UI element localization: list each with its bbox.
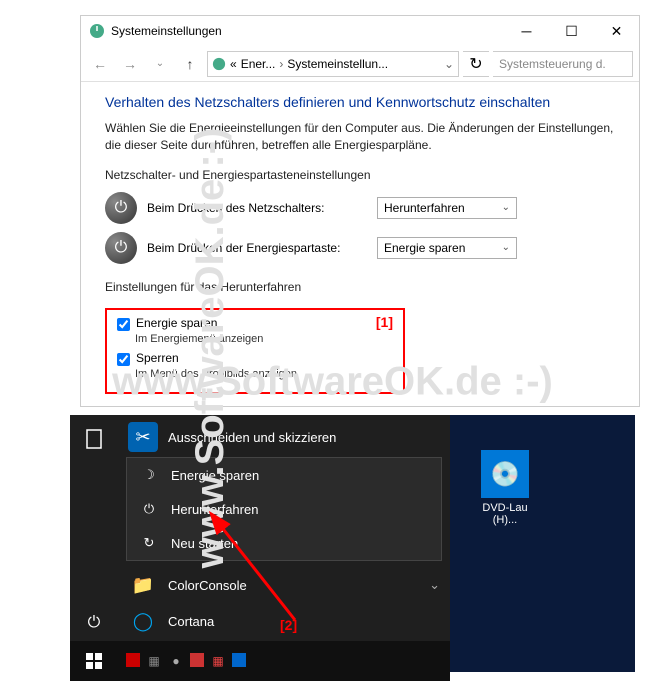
power-options-icon [89, 23, 105, 39]
navbar: ← → ⌄ ↑ « Ener... › Systemeinstellun... … [81, 46, 639, 82]
search-input[interactable]: Systemsteuerung d. [493, 51, 633, 77]
windows-icon [86, 653, 102, 669]
sleep-button-setting-row: ⏻ Beim Drücken der Energiespartaste: Ene… [105, 232, 615, 264]
rail-power-button[interactable]: ⏻ [70, 603, 118, 643]
start-rail: ⏻ [70, 415, 118, 643]
power-button-dropdown[interactable]: Herunterfahren ⌄ [377, 197, 517, 219]
minimize-button[interactable]: ─ [504, 16, 549, 46]
restart-icon: ↻ [141, 535, 157, 551]
chevron-down-icon: ⌄ [502, 242, 510, 253]
power-button-label: Beim Drücken des Netzschalters: [147, 201, 367, 215]
app-label: Cortana [168, 614, 214, 629]
start-main: ✂ Ausschneiden und skizzieren ☽ Energie … [118, 415, 450, 643]
sleep-button-dropdown[interactable]: Energie sparen ⌄ [377, 237, 517, 259]
app-label: ColorConsole [168, 578, 247, 593]
dvd-drive-icon: 💿 [481, 450, 529, 498]
maximize-button[interactable]: ☐ [549, 16, 594, 46]
checkbox-lock-sublabel: Im Menü des Profilbilds anzeigen [135, 368, 393, 380]
tray-icon[interactable]: ▦ [210, 653, 226, 669]
up-button[interactable]: ↑ [177, 51, 203, 77]
power-options-icon [212, 57, 226, 71]
forward-button[interactable]: → [117, 51, 143, 77]
app-snip-sketch[interactable]: ✂ Ausschneiden und skizzieren [118, 419, 450, 455]
tray-icon[interactable] [232, 653, 246, 667]
tray-icon[interactable] [126, 653, 140, 667]
breadcrumb-part2[interactable]: Systemeinstellun... [287, 57, 388, 71]
tray-icon[interactable] [190, 653, 204, 667]
chevron-down-icon: ⌄ [502, 202, 510, 213]
section-power-buttons-label: Netzschalter- und Energiespartasteneinst… [105, 168, 615, 182]
power-submenu: ☽ Energie sparen ⏻ Herunterfahren ↻ Neu … [126, 457, 442, 561]
power-item-restart[interactable]: ↻ Neu starten [127, 526, 441, 560]
power-button-icon: ⏻ [105, 192, 137, 224]
close-button[interactable]: ✕ [594, 16, 639, 46]
page-heading: Verhalten des Netzschalters definieren u… [105, 94, 615, 110]
power-item-label: Herunterfahren [171, 502, 258, 517]
checkbox-lock[interactable] [117, 353, 130, 366]
breadcrumb-part1[interactable]: Ener... [241, 57, 276, 71]
refresh-button[interactable]: ↻ [463, 51, 489, 77]
sleep-button-value: Energie sparen [384, 241, 465, 255]
tray-icon[interactable]: ▦ [146, 653, 162, 669]
annotation-1: [1] [376, 314, 393, 330]
checkbox-energy-save-label: Energie sparen [136, 316, 217, 330]
annotation-2: [2] [280, 617, 297, 633]
start-button[interactable] [70, 641, 118, 681]
system-settings-window: Systemeinstellungen ─ ☐ ✕ ← → ⌄ ↑ « Ener… [80, 15, 640, 407]
chevron-right-icon: › [279, 57, 283, 71]
window-title: Systemeinstellungen [111, 24, 504, 38]
desktop-shortcut-dvd[interactable]: 💿 DVD-Lau (H)... [470, 450, 540, 526]
back-button[interactable]: ← [87, 51, 113, 77]
power-icon: ⏻ [141, 501, 157, 517]
titlebar: Systemeinstellungen ─ ☐ ✕ [81, 16, 639, 46]
power-item-label: Neu starten [171, 536, 238, 551]
checkbox-energy-save-sublabel: Im Energiemenü anzeigen [135, 333, 393, 345]
rail-documents-icon[interactable] [70, 419, 118, 459]
annotation-box-1: [1] Energie sparen Im Energiemenü anzeig… [105, 308, 405, 394]
tray-icon[interactable]: ● [168, 653, 184, 669]
chevron-down-icon[interactable]: ⌄ [444, 57, 454, 71]
recent-dropdown[interactable]: ⌄ [147, 51, 173, 77]
snip-sketch-icon: ✂ [128, 422, 158, 452]
checkbox-energy-save[interactable] [117, 318, 130, 331]
sleep-button-icon: ⏻ [105, 232, 137, 264]
taskbar: ▦ ● ▦ [70, 641, 450, 681]
cortana-icon: ◯ [128, 606, 158, 636]
breadcrumb-sep: « [230, 57, 237, 71]
moon-icon: ☽ [141, 467, 157, 483]
taskbar-tray: ▦ ● ▦ [118, 653, 246, 669]
folder-icon: 📁 [128, 570, 158, 600]
power-item-sleep[interactable]: ☽ Energie sparen [127, 458, 441, 492]
app-label: Ausschneiden und skizzieren [168, 430, 336, 445]
power-button-value: Herunterfahren [384, 201, 465, 215]
desktop-shortcut-label: DVD-Lau (H)... [470, 502, 540, 526]
breadcrumb[interactable]: « Ener... › Systemeinstellun... ⌄ [207, 51, 459, 77]
power-button-setting-row: ⏻ Beim Drücken des Netzschalters: Herunt… [105, 192, 615, 224]
app-colorconsole[interactable]: 📁 ColorConsole ⌄ [118, 567, 450, 603]
chevron-down-icon: ⌄ [429, 577, 440, 593]
checkbox-lock-label: Sperren [136, 351, 179, 365]
section-shutdown-label: Einstellungen für das Herunterfahren [105, 280, 615, 294]
power-item-shutdown[interactable]: ⏻ Herunterfahren [127, 492, 441, 526]
start-menu: ⏻ ✂ Ausschneiden und skizzieren ☽ Energi… [70, 415, 450, 643]
power-item-label: Energie sparen [171, 468, 259, 483]
content-area: Verhalten des Netzschalters definieren u… [81, 82, 639, 406]
sleep-button-label: Beim Drücken der Energiespartaste: [147, 241, 367, 255]
page-description: Wählen Sie die Energieeinstellungen für … [105, 120, 615, 154]
